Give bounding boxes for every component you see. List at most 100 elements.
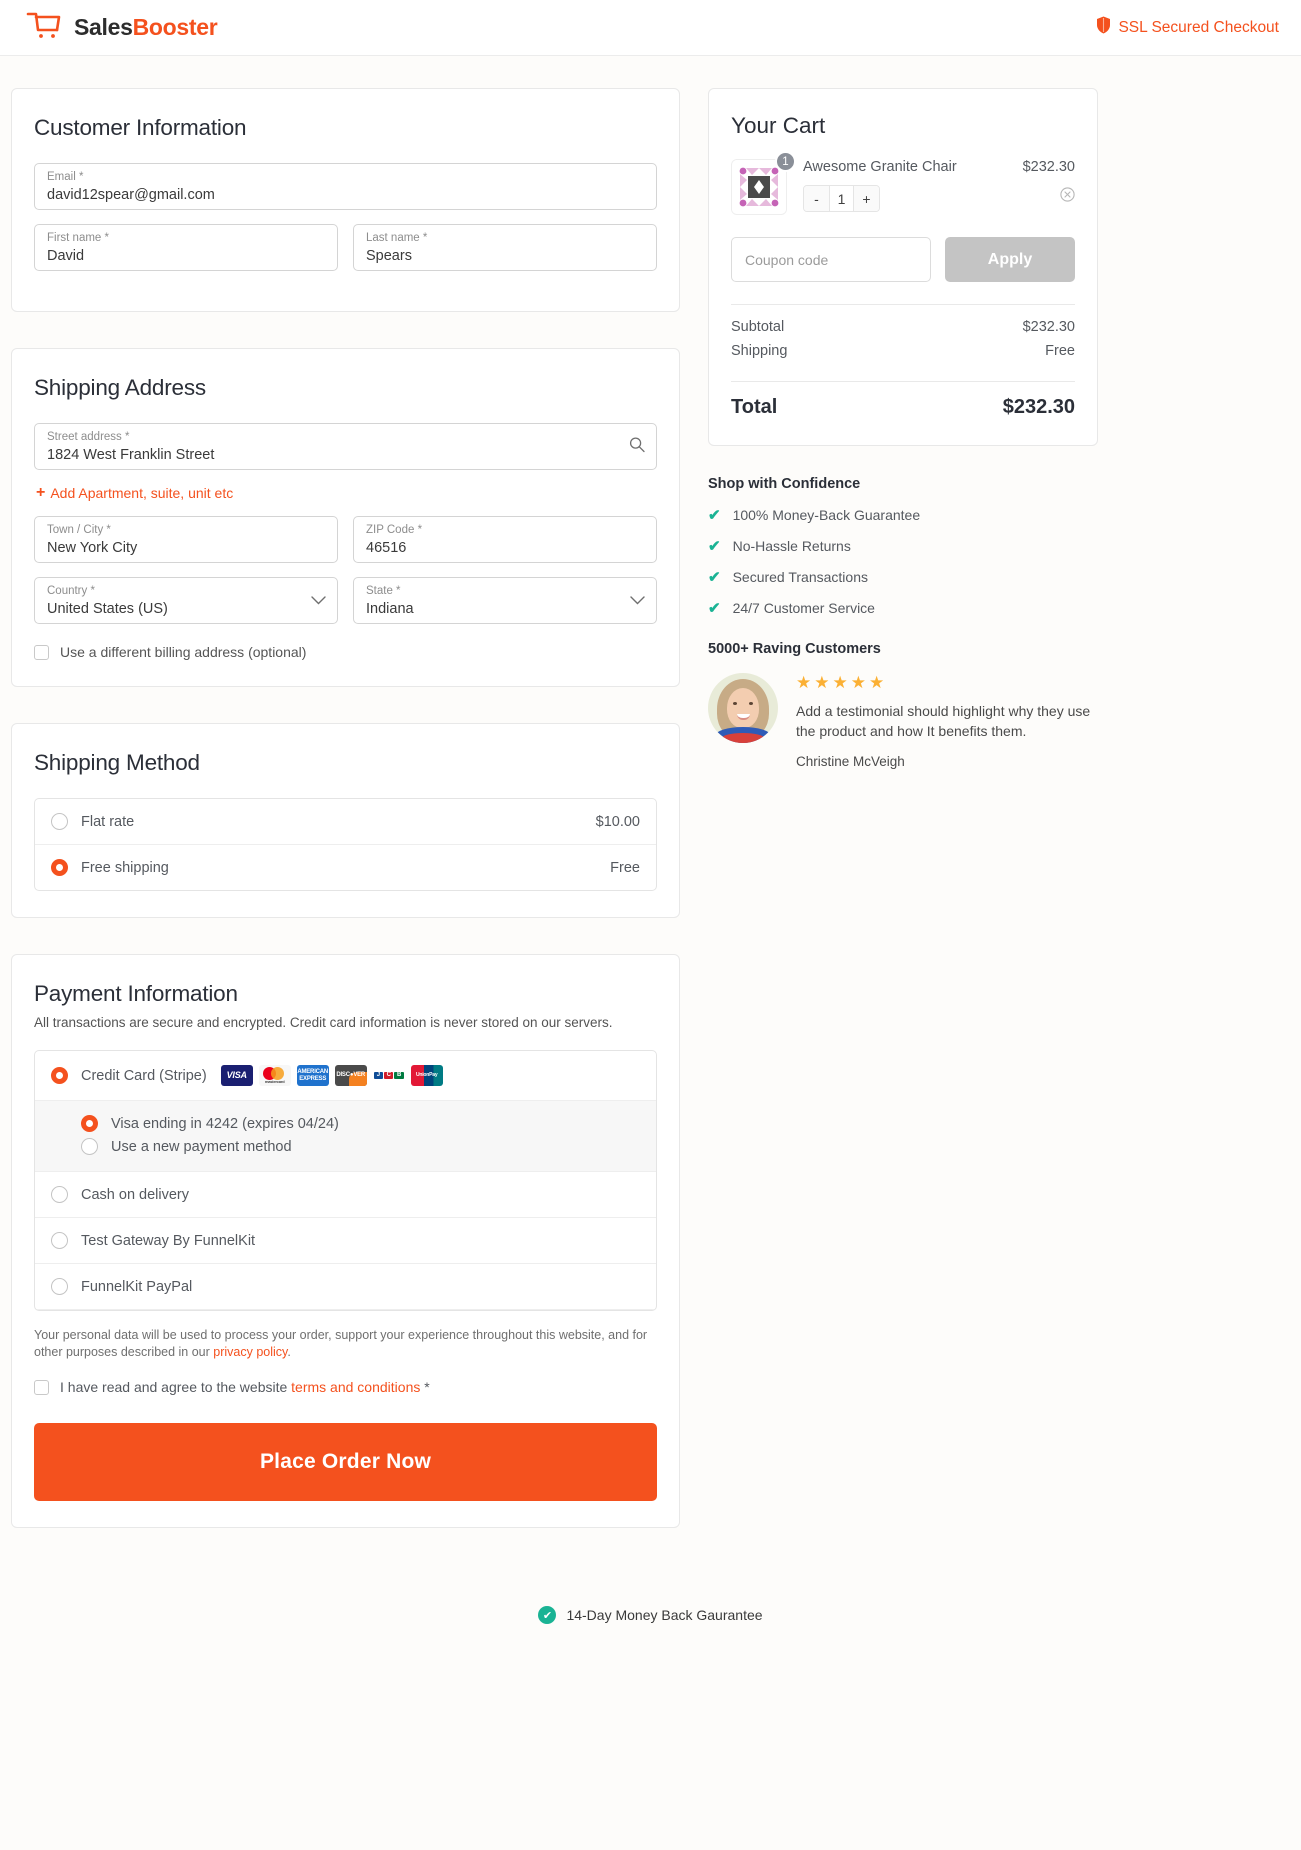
last-name-label: Last name * <box>366 232 428 244</box>
email-field[interactable]: Email * david12spear@gmail.com <box>34 163 657 210</box>
total-value: $232.30 <box>1002 396 1075 418</box>
last-name-field[interactable]: Last name * Spears <box>353 224 657 271</box>
city-field[interactable]: Town / City * New York City <box>34 516 338 563</box>
payment-method-cash-on-delivery[interactable]: Cash on delivery <box>35 1172 656 1218</box>
state-select[interactable]: State * Indiana <box>353 577 657 624</box>
brand-logo[interactable]: SalesBooster <box>24 10 218 45</box>
radio-test-gateway[interactable] <box>51 1232 68 1249</box>
first-name-label: First name * <box>47 232 109 244</box>
testimonial-author: Christine McVeigh <box>796 754 905 769</box>
country-select[interactable]: Country * United States (US) <box>34 577 338 624</box>
shipping-value: Free <box>1045 343 1075 359</box>
check-icon: ✔ <box>708 507 721 524</box>
place-order-button[interactable]: Place Order Now <box>34 1423 657 1501</box>
search-icon[interactable] <box>629 436 645 457</box>
quantity-stepper[interactable]: - 1 + <box>803 185 880 212</box>
zip-field[interactable]: ZIP Code * 46516 <box>353 516 657 563</box>
coupon-row: Coupon code Apply <box>731 237 1075 282</box>
payment-method-label: Test Gateway By FunnelKit <box>81 1232 256 1249</box>
shipping-option-flat-rate[interactable]: Flat rate $10.00 <box>35 799 656 845</box>
shipping-method-title: Shipping Method <box>34 750 200 775</box>
trust-item-label: Secured Transactions <box>732 569 868 585</box>
shipping-option-amount: $10.00 <box>595 813 640 830</box>
saved-card-visa-4242[interactable]: Visa ending in 4242 (expires 04/24) <box>81 1115 640 1132</box>
ssl-secured-badge: SSL Secured Checkout <box>1096 16 1279 39</box>
billing-address-checkbox-row[interactable]: Use a different billing address (optiona… <box>34 644 657 660</box>
radio-funnelkit-paypal[interactable] <box>51 1278 68 1295</box>
card-brand-logos: VISA mastercard AMERICAN EXPRESS DISC●VER… <box>220 1065 443 1086</box>
country-label: Country * <box>47 585 95 597</box>
checkout-page: SalesBooster SSL Secured Checkout Custom… <box>0 0 1301 1850</box>
privacy-policy-link[interactable]: privacy policy <box>213 1345 287 1359</box>
check-icon: ✔ <box>708 569 721 586</box>
last-name-value: Spears <box>366 248 412 264</box>
trust-item-label: No-Hassle Returns <box>732 538 851 554</box>
street-address-field[interactable]: Street address * 1824 West Franklin Stre… <box>34 423 657 470</box>
apply-coupon-button[interactable]: Apply <box>945 237 1075 282</box>
saved-card-label: Use a new payment method <box>111 1138 292 1155</box>
radio-free-shipping[interactable] <box>51 859 68 876</box>
cart-line-item: 1 Awesome Granite Chair - 1 + $232.30 <box>731 151 1075 215</box>
brand-name-first: Sales <box>74 14 133 40</box>
radio-new-payment-method[interactable] <box>81 1138 98 1155</box>
use-new-payment-method[interactable]: Use a new payment method <box>81 1138 640 1155</box>
payment-method-stripe[interactable]: Credit Card (Stripe) VISA mastercard AME… <box>35 1051 656 1101</box>
remove-circle-icon[interactable] <box>1023 187 1075 206</box>
shipping-option-free-shipping[interactable]: Free shipping Free <box>35 845 656 890</box>
radio-flat-rate[interactable] <box>51 813 68 830</box>
shipping-method-card: Shipping Method Flat rate $10.00 Free sh… <box>11 723 680 918</box>
shipping-option-label: Flat rate <box>81 813 135 830</box>
checkout-form-column: Customer Information Email * david12spea… <box>11 88 680 1564</box>
total-label: Total <box>731 396 778 418</box>
check-icon: ✔ <box>708 538 721 555</box>
quantity-value[interactable]: 1 <box>829 186 854 211</box>
testimonial-content: ★★★★★ Add a testimonial should highlight… <box>796 673 1098 769</box>
cart-item-details: Awesome Granite Chair - 1 + <box>803 159 1023 212</box>
chevron-down-icon[interactable] <box>630 592 645 610</box>
ssl-label: SSL Secured Checkout <box>1118 18 1279 36</box>
money-back-guarantee-label: 14-Day Money Back Gaurantee <box>566 1607 763 1623</box>
terms-checkbox-row[interactable]: I have read and agree to the website ter… <box>34 1379 657 1395</box>
trust-item-label: 100% Money-Back Guarantee <box>732 507 921 523</box>
shop-with-confidence: Shop with Confidence ✔ 100% Money-Back G… <box>708 476 1098 617</box>
city-value: New York City <box>47 540 138 556</box>
payment-information-card: Payment Information All transactions are… <box>11 954 680 1528</box>
radio-stripe[interactable] <box>51 1067 68 1084</box>
shopping-cart-icon <box>24 10 62 45</box>
payment-method-test-gateway[interactable]: Test Gateway By FunnelKit <box>35 1218 656 1264</box>
mastercard-icon: mastercard <box>258 1065 291 1086</box>
coupon-input[interactable]: Coupon code <box>731 237 931 282</box>
shop-with-confidence-title: Shop with Confidence <box>708 476 861 492</box>
first-name-field[interactable]: First name * David <box>34 224 338 271</box>
trust-item: ✔ 100% Money-Back Guarantee <box>708 506 1098 524</box>
site-header: SalesBooster SSL Secured Checkout <box>0 0 1301 56</box>
payment-method-label: Cash on delivery <box>81 1186 189 1203</box>
quantity-decrease-button[interactable]: - <box>804 186 829 211</box>
your-cart-card: Your Cart 1 Awesome Granite Chair - 1 + … <box>708 88 1098 446</box>
terms-checkbox[interactable] <box>34 1379 49 1395</box>
trust-item-label: 24/7 Customer Service <box>732 600 875 616</box>
shipping-address-card: Shipping Address Street address * 1824 W… <box>11 348 680 687</box>
email-label: Email * <box>47 171 84 183</box>
testimonial-section: 5000+ Raving Customers ★★★★★ Add a testi… <box>708 641 1098 769</box>
chevron-down-icon[interactable] <box>311 592 326 610</box>
product-thumbnail-wrap: 1 <box>731 151 796 215</box>
radio-saved-visa[interactable] <box>81 1115 98 1132</box>
testimonial-text: Add a testimonial should highlight why t… <box>796 703 1091 739</box>
payment-method-label: FunnelKit PayPal <box>81 1278 193 1295</box>
quantity-increase-button[interactable]: + <box>854 186 879 211</box>
star-rating: ★★★★★ <box>796 673 888 692</box>
radio-cash-on-delivery[interactable] <box>51 1186 68 1203</box>
cart-divider <box>731 304 1075 305</box>
payment-methods: Credit Card (Stripe) VISA mastercard AME… <box>34 1050 657 1311</box>
payment-method-funnelkit-paypal[interactable]: FunnelKit PayPal <box>35 1264 656 1310</box>
terms-pre: I have read and agree to the website <box>60 1379 292 1395</box>
saved-card-label: Visa ending in 4242 (expires 04/24) <box>111 1115 339 1132</box>
add-apartment-link[interactable]: + Add Apartment, suite, unit etc <box>36 484 233 502</box>
billing-address-checkbox[interactable] <box>34 644 49 660</box>
jcb-icon: JCB <box>372 1065 405 1086</box>
privacy-notice-post: . <box>287 1345 291 1359</box>
privacy-notice-pre: Your personal data will be used to proce… <box>34 1328 648 1359</box>
terms-and-conditions-link[interactable]: terms and conditions <box>291 1379 420 1395</box>
brand-name: SalesBooster <box>74 14 218 41</box>
